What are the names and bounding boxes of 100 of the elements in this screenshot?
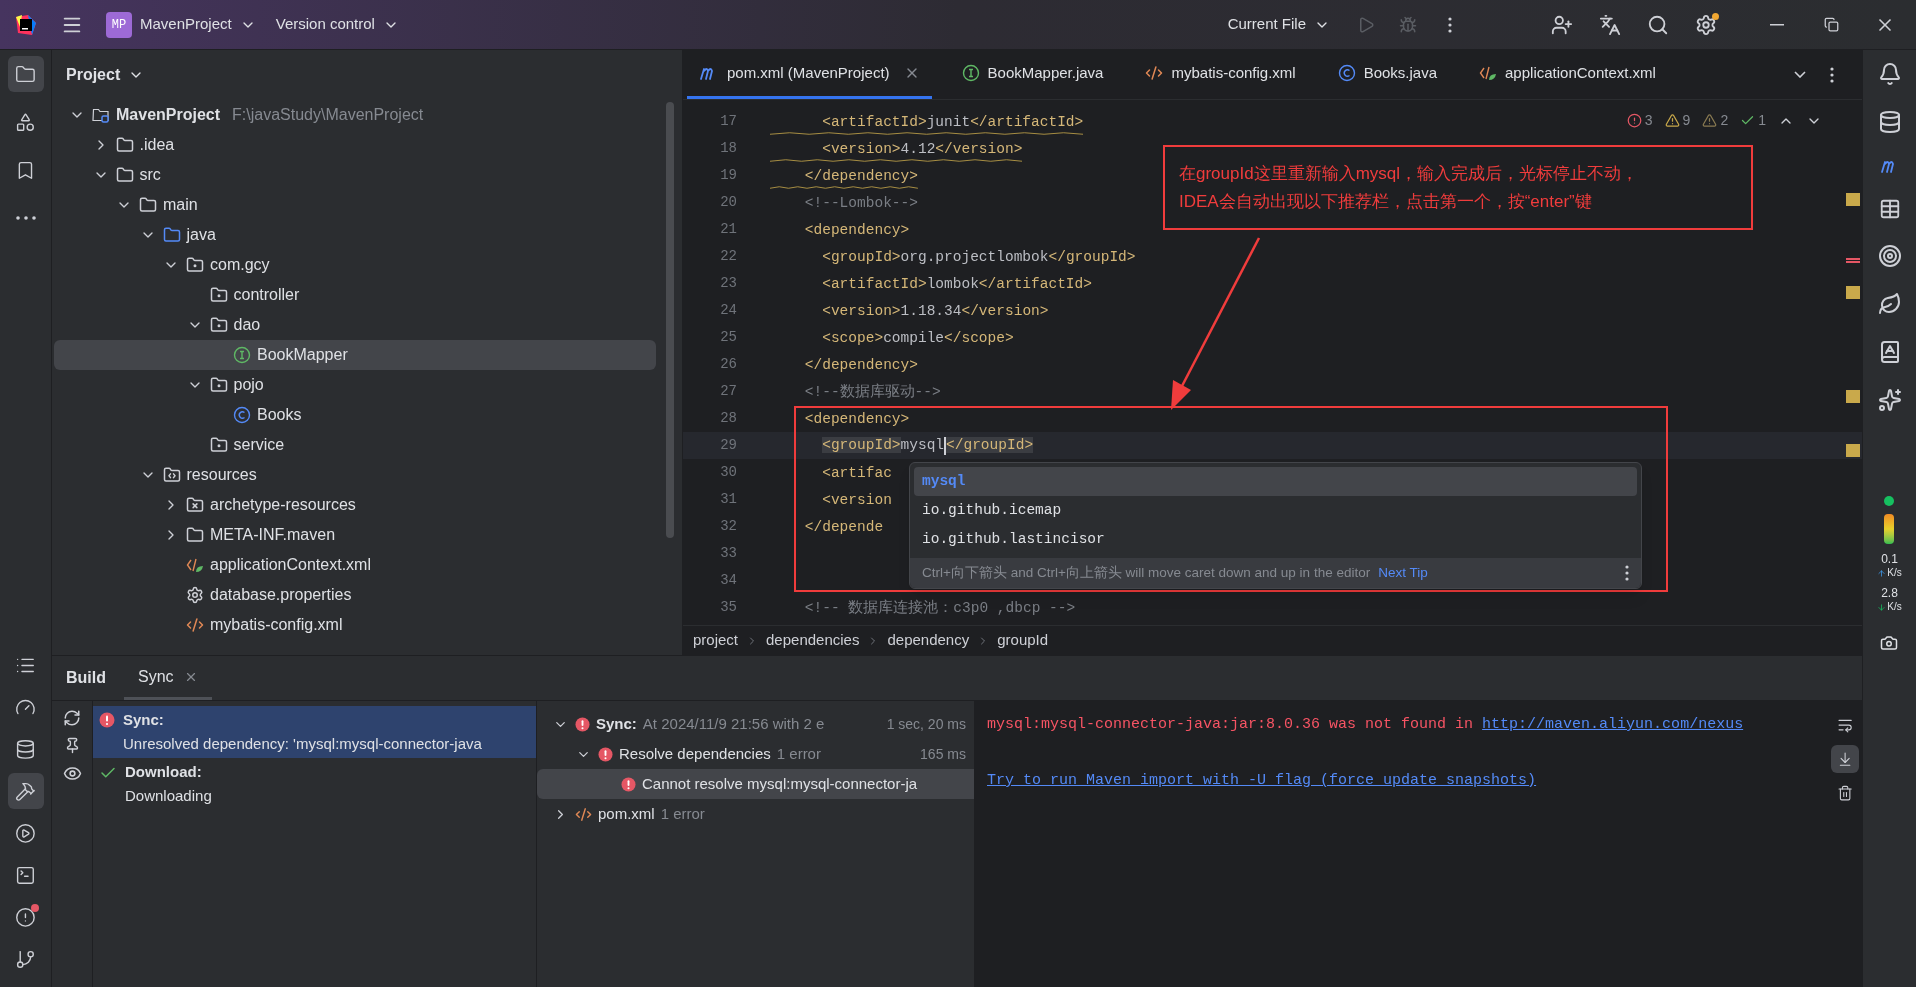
project-selector[interactable]: MP MavenProject xyxy=(102,7,260,42)
tree-item[interactable]: .idea xyxy=(54,130,656,160)
line-number: 17 xyxy=(719,112,737,131)
tree-item[interactable]: service xyxy=(54,430,656,460)
git-branch-icon xyxy=(15,948,36,970)
console-link[interactable]: http://maven.aliyun.com/nexus xyxy=(1482,716,1744,733)
database-icon[interactable] xyxy=(1877,110,1902,134)
search-icon xyxy=(1647,13,1669,36)
tree-item[interactable]: mybatis-config.xml xyxy=(54,610,656,640)
editor-tab[interactable]: pom.xml (MavenProject) xyxy=(687,50,932,99)
scroll-to-end-tool-button[interactable] xyxy=(1831,745,1859,773)
annotation-text: 在groupId这里重新输入mysql，输入完成后，光标停止不动， xyxy=(1179,162,1640,185)
build-event[interactable]: Sync: Unresolved dependency: 'mysql:mysql-connector-java xyxy=(93,706,536,758)
speed-unit: K/s xyxy=(1887,566,1902,580)
refresh-icon[interactable] xyxy=(63,709,81,727)
build-tab[interactable]: Sync xyxy=(124,656,212,700)
build-item-label: Sync: xyxy=(596,713,637,734)
line-number: 21 xyxy=(719,220,737,239)
tree-item[interactable]: resources xyxy=(54,460,656,490)
line-number: 24 xyxy=(719,301,737,320)
count-text: 3 xyxy=(1644,111,1653,130)
warning-marker[interactable] xyxy=(1846,193,1860,206)
table-icon[interactable] xyxy=(1878,198,1901,220)
tree-item[interactable]: com.gcy xyxy=(54,250,656,280)
tree-item-label: database.properties xyxy=(210,585,352,605)
build-item-label: Resolve dependencies xyxy=(619,743,771,764)
editor-tab[interactable]: mybatis-config.xml xyxy=(1133,50,1308,99)
leaf-icon[interactable] xyxy=(1877,292,1902,316)
folder-icon xyxy=(162,226,181,244)
breadcrumb[interactable]: dependency xyxy=(887,629,970,652)
breadcrumb[interactable]: groupId xyxy=(997,629,1049,652)
sparkle-icon[interactable] xyxy=(1877,388,1902,412)
build-tree-item[interactable]: Sync: At 2024/11/9 21:56 with 2 e 1 sec, 20 ms xyxy=(537,709,974,739)
console-link[interactable]: Try to run Maven import with -U flag (force update snapshots) xyxy=(987,772,1537,789)
tree-item[interactable]: src xyxy=(54,160,656,190)
tree-item[interactable]: BookMapper xyxy=(54,340,656,370)
build-item-time: 1 sec, 20 ms xyxy=(886,714,967,734)
run-config-selector[interactable]: Current File xyxy=(1227,13,1330,36)
count-text: 1 xyxy=(1758,111,1766,130)
code-comment: <!--Lombok--> xyxy=(803,193,918,212)
tree-item[interactable]: database.properties xyxy=(54,580,656,610)
tree-item[interactable]: MavenProject F:\javaStudy\MavenProject xyxy=(54,100,656,130)
target-icon[interactable] xyxy=(1877,244,1902,268)
interface-icon xyxy=(233,346,251,364)
tree-item[interactable]: java xyxy=(54,220,656,250)
code-comment: <!--数据库驱动--> xyxy=(803,382,941,401)
panel-title[interactable]: Project xyxy=(66,63,145,87)
line-number: 28 xyxy=(719,409,737,428)
error-marker[interactable] xyxy=(1846,258,1860,263)
warning-marker[interactable] xyxy=(1846,444,1860,457)
hammer-tool-button[interactable] xyxy=(7,773,44,809)
camera-icon[interactable] xyxy=(1880,634,1899,652)
folder-tool-button[interactable] xyxy=(7,56,44,92)
completion-item[interactable]: io.github.icemap xyxy=(914,496,1637,525)
folder-icon xyxy=(15,63,36,85)
tree-item-label: service xyxy=(233,435,285,455)
settings-icon xyxy=(1695,13,1717,36)
tab-label: pom.xml (MavenProject) xyxy=(727,62,890,83)
build-item-time: 165 ms xyxy=(920,744,967,764)
build-tree-item[interactable]: Cannot resolve mysql:mysql-connector-ja xyxy=(537,769,974,799)
package-icon xyxy=(209,436,228,454)
error-icon xyxy=(598,746,613,762)
tree-item[interactable]: applicationContext.xml xyxy=(54,550,656,580)
build-tree-item[interactable]: Resolve dependencies 1 error 165 ms xyxy=(537,739,974,769)
tree-item[interactable]: controller xyxy=(54,280,656,310)
eye-icon[interactable] xyxy=(62,764,82,783)
tree-item-label: archetype-resources xyxy=(210,495,356,515)
database-icon xyxy=(15,738,36,760)
play-icon xyxy=(1357,15,1375,34)
editor-tab[interactable]: BookMapper.java xyxy=(949,50,1116,99)
tree-item[interactable]: main xyxy=(54,190,656,220)
tree-item-label: MavenProject xyxy=(116,105,221,125)
tree-item[interactable]: META-INF.maven xyxy=(54,520,656,550)
editor-tab[interactable]: applicationContext.xml xyxy=(1467,50,1668,99)
editor-tab[interactable]: Books.java xyxy=(1325,50,1450,99)
code-line: <version>1.18.34</version> xyxy=(821,301,1049,320)
warning-icon xyxy=(1664,113,1680,128)
tree-item-label: applicationContext.xml xyxy=(210,555,371,575)
terminal-icon xyxy=(15,864,36,886)
tree-item-label: mybatis-config.xml xyxy=(210,615,343,635)
completion-tip: Ctrl+向下箭头 and Ctrl+向上箭头 will move caret down and up in the editor xyxy=(922,563,1371,582)
speed-unit: K/s xyxy=(1887,600,1902,614)
build-event[interactable]: Download: Downloading xyxy=(93,758,536,810)
tree-item[interactable]: pojo xyxy=(54,370,656,400)
warning-marker[interactable] xyxy=(1846,390,1860,403)
completion-item[interactable]: io.github.lastincisor xyxy=(914,525,1637,554)
tree-item[interactable]: Books xyxy=(54,400,656,430)
warning-marker[interactable] xyxy=(1846,286,1860,299)
event-detail: Downloading xyxy=(125,786,212,806)
code-line: </depende xyxy=(803,517,884,536)
breadcrumb[interactable]: dependencies xyxy=(766,629,860,652)
tree-item[interactable]: archetype-resources xyxy=(54,490,656,520)
line-number: 31 xyxy=(719,490,737,509)
next-tip-link[interactable]: Next Tip xyxy=(1378,562,1428,584)
breadcrumb[interactable]: project xyxy=(693,629,739,652)
build-tree-item[interactable]: pom.xml 1 error xyxy=(537,799,974,829)
vcs-selector[interactable]: Version control xyxy=(275,13,399,36)
tree-item[interactable]: dao xyxy=(54,310,656,340)
bell-icon[interactable] xyxy=(1877,62,1902,86)
line-number: 35 xyxy=(719,598,737,617)
